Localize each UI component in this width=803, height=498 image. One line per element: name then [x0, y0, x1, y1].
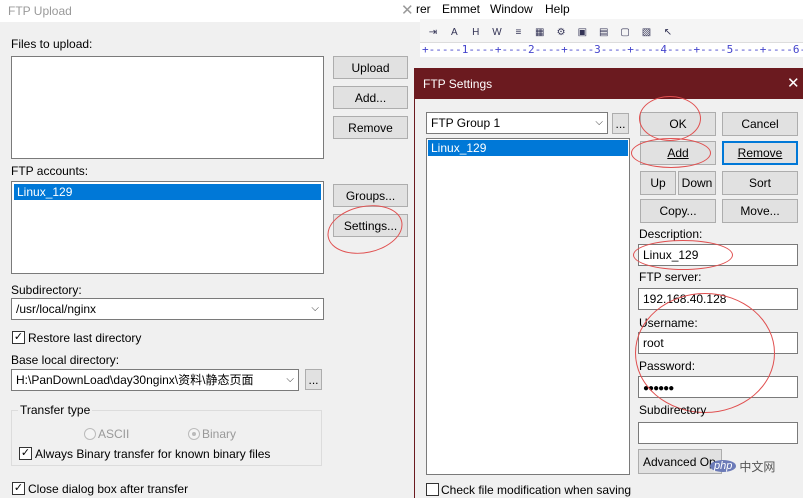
ftp-settings-title: FTP Settings: [423, 77, 493, 91]
menu-item-emmet[interactable]: Emmet: [442, 2, 480, 16]
groups-button[interactable]: Groups...: [333, 184, 408, 207]
username-value: root: [643, 336, 664, 350]
ftp-server-value: 192.168.40.128: [643, 292, 727, 306]
editor-menubar: rer Emmet Window Help: [416, 0, 803, 19]
editor-ruler: +-----1----+----2----+----3----+----4---…: [420, 43, 803, 57]
remove-label: Remove: [737, 146, 783, 160]
indent-icon[interactable]: ⇥: [426, 26, 440, 40]
down-button[interactable]: Down: [678, 171, 716, 195]
password-label: Password:: [639, 359, 696, 373]
up-button[interactable]: Up: [640, 171, 676, 195]
settings-button[interactable]: Settings...: [333, 214, 408, 237]
description-field[interactable]: Linux_129: [638, 244, 798, 266]
menu-item-window[interactable]: Window: [490, 2, 533, 16]
ftp-settings-titlebar: FTP Settings ✕: [415, 68, 803, 99]
close-icon[interactable]: ✕: [401, 1, 414, 19]
ruler-text: +-----1----+----2----+----3----+----4---…: [422, 43, 803, 56]
account-item-linux-129[interactable]: Linux_129: [428, 140, 628, 156]
ftp-accounts-list[interactable]: Linux_129: [11, 181, 324, 274]
files-to-upload-list[interactable]: [11, 56, 324, 159]
gear-icon[interactable]: ⚙: [554, 26, 568, 40]
php-watermark: php 中文网: [710, 456, 775, 476]
ftp-group-value: FTP Group 1: [431, 116, 501, 130]
menu-item-partial[interactable]: rer: [416, 2, 431, 16]
help-cursor-icon[interactable]: ↖: [661, 26, 675, 40]
subdirectory-value: /usr/local/nginx: [16, 302, 97, 316]
close-dialog-checkbox[interactable]: ✓: [12, 482, 25, 495]
ftp-upload-titlebar: FTP Upload ✕: [0, 0, 420, 22]
advanced-options-label: Advanced Op: [643, 454, 716, 469]
chevron-down-icon: ⌵: [595, 117, 603, 128]
password-value: ●●●●●●: [643, 383, 674, 394]
close-icon[interactable]: ✕: [787, 74, 800, 92]
editor-toolbar: ⇥ A H W ≡ ▦ ⚙ ▣ ▤ ▢ ▧ ↖: [420, 19, 803, 43]
check-modification-checkbox[interactable]: [426, 483, 439, 496]
ftp-upload-dialog: FTP Upload ✕ Files to upload: Upload Add…: [0, 0, 420, 498]
always-binary-checkbox[interactable]: ✓: [19, 447, 32, 460]
sort-button[interactable]: Sort: [722, 171, 798, 195]
php-logo-icon: php: [710, 460, 737, 472]
chevron-down-icon: ⌵: [286, 374, 294, 385]
group-browse-button[interactable]: ...: [612, 113, 629, 134]
view-icon[interactable]: ▣: [575, 26, 589, 40]
ftp-group-combo[interactable]: FTP Group 1 ⌵: [426, 112, 608, 134]
ascii-label: ASCII: [98, 427, 130, 441]
check-modification-label: Check file modification when saving: [441, 483, 632, 497]
ftp-settings-dialog: FTP Settings ✕ FTP Group 1 ⌵ ... Linux_1…: [414, 68, 803, 498]
ftp-server-label: FTP server:: [639, 270, 702, 284]
watermark-text: 中文网: [739, 459, 776, 474]
window-icon[interactable]: ▢: [618, 26, 632, 40]
transfer-type-label: Transfer type: [18, 403, 93, 417]
remove-account-button[interactable]: Remove: [722, 141, 798, 165]
heading-icon[interactable]: H: [469, 26, 483, 40]
panel-icon[interactable]: ▤: [597, 26, 611, 40]
image-icon[interactable]: ▧: [639, 26, 653, 40]
upload-button[interactable]: Upload: [333, 56, 408, 79]
copy-button[interactable]: Copy...: [640, 199, 716, 223]
ftp-upload-title: FTP Upload: [8, 4, 72, 18]
binary-radio[interactable]: [188, 428, 200, 440]
transfer-type-group: Transfer type ASCII Binary ✓ Always Bina…: [11, 403, 322, 466]
cancel-button[interactable]: Cancel: [722, 112, 798, 136]
move-button[interactable]: Move...: [722, 199, 798, 223]
base-local-directory-combo[interactable]: H:\PanDownLoad\day30nginx\资料\静态页面 ⌵: [11, 369, 299, 391]
ok-button[interactable]: OK: [640, 112, 716, 136]
restore-last-directory-label: Restore last directory: [28, 331, 142, 345]
subdirectory-field[interactable]: [638, 422, 798, 444]
add-account-button[interactable]: Add: [640, 141, 716, 165]
base-local-directory-label: Base local directory:: [11, 353, 120, 367]
subdirectory-label: Subdirectory:: [11, 283, 82, 297]
account-item-linux-129[interactable]: Linux_129: [14, 184, 321, 200]
list-icon[interactable]: ≡: [511, 26, 525, 40]
remove-files-button[interactable]: Remove: [333, 116, 408, 139]
username-field[interactable]: root: [638, 332, 798, 354]
binary-label: Binary: [202, 427, 237, 441]
ascii-radio[interactable]: [84, 428, 96, 440]
menu-item-help[interactable]: Help: [545, 2, 570, 16]
italic-w-icon[interactable]: W: [490, 26, 504, 40]
username-label: Username:: [639, 316, 698, 330]
ftp-accounts-label: FTP accounts:: [11, 164, 89, 178]
ftp-server-field[interactable]: 192.168.40.128: [638, 288, 798, 310]
subdirectory-combo[interactable]: /usr/local/nginx ⌵: [11, 298, 324, 320]
always-binary-label: Always Binary transfer for known binary …: [35, 447, 271, 461]
add-files-button[interactable]: Add...: [333, 86, 408, 109]
subdirectory-label: Subdirectory: [639, 403, 707, 417]
description-label: Description:: [639, 227, 703, 241]
spellcheck-icon[interactable]: ▦: [533, 26, 547, 40]
ftp-settings-account-list[interactable]: Linux_129: [426, 138, 630, 475]
font-size-icon[interactable]: A: [447, 26, 461, 40]
restore-last-directory-checkbox[interactable]: ✓: [12, 331, 25, 344]
chevron-down-icon: ⌵: [311, 303, 319, 314]
files-to-upload-label: Files to upload:: [11, 37, 93, 51]
description-value: Linux_129: [643, 248, 699, 262]
password-field[interactable]: ●●●●●●: [638, 376, 798, 398]
browse-local-directory-button[interactable]: ...: [305, 369, 322, 390]
base-local-directory-value: H:\PanDownLoad\day30nginx\资料\静态页面: [16, 373, 254, 387]
add-label: Add: [667, 146, 689, 160]
close-dialog-label: Close dialog box after transfer: [28, 482, 189, 496]
